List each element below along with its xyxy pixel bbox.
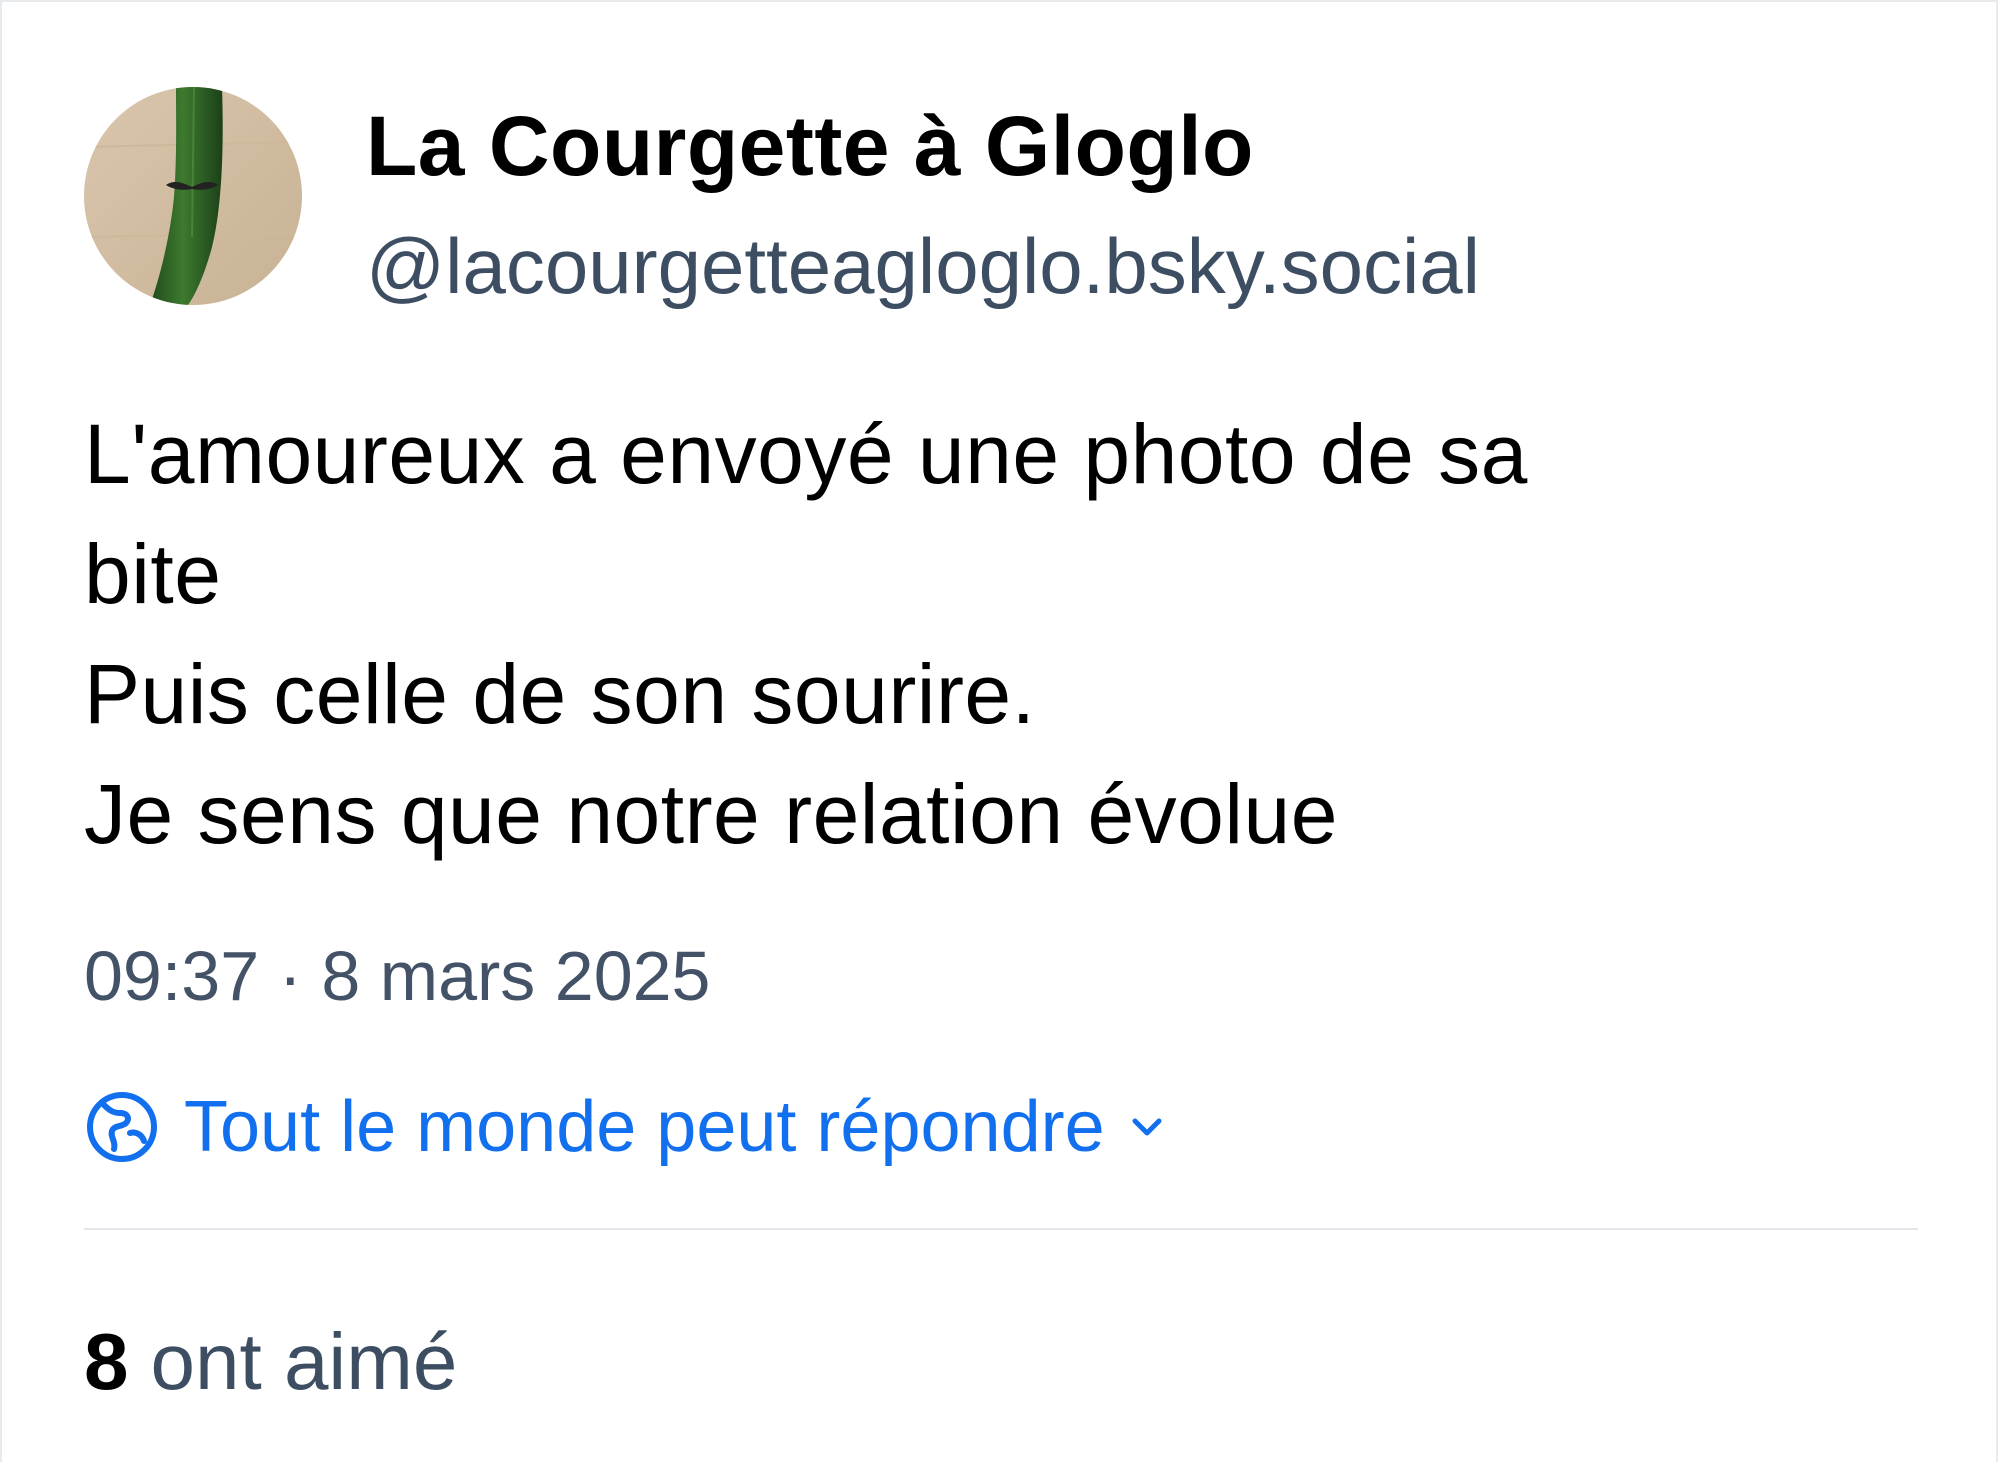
post-thread-item: La Courgette à Gloglo @lacourgetteaglogl… [0,0,2000,1464]
globe-icon [84,1089,160,1165]
reply-setting-button[interactable]: Tout le monde peut répondre [84,1082,1167,1172]
divider [84,1228,1918,1230]
likes-count-link[interactable]: 8 ont aimé [84,1316,457,1408]
post-text-line: L'amoureux a envoyé une photo de sa [84,407,1528,501]
likes-label: ont aimé [150,1317,458,1406]
author-handle[interactable]: @lacourgetteagloglo.bsky.social [366,222,1480,312]
reply-setting-label: Tout le monde peut répondre [184,1087,1105,1167]
zucchini-avatar-image [84,87,302,305]
post-text: L'amoureux a envoyé une photo de sa bite… [84,394,1924,874]
likes-count: 8 [84,1317,129,1406]
chevron-down-icon [1127,1107,1167,1147]
post-text-line: Puis celle de son sourire. [84,647,1036,741]
post-timestamp[interactable]: 09:37 · 8 mars 2025 [84,936,710,1017]
post-text-line: Je sens que notre relation évolue [84,767,1338,861]
author-display-name[interactable]: La Courgette à Gloglo [366,98,1254,195]
post-text-line: bite [84,527,222,621]
author-avatar[interactable] [84,87,302,305]
